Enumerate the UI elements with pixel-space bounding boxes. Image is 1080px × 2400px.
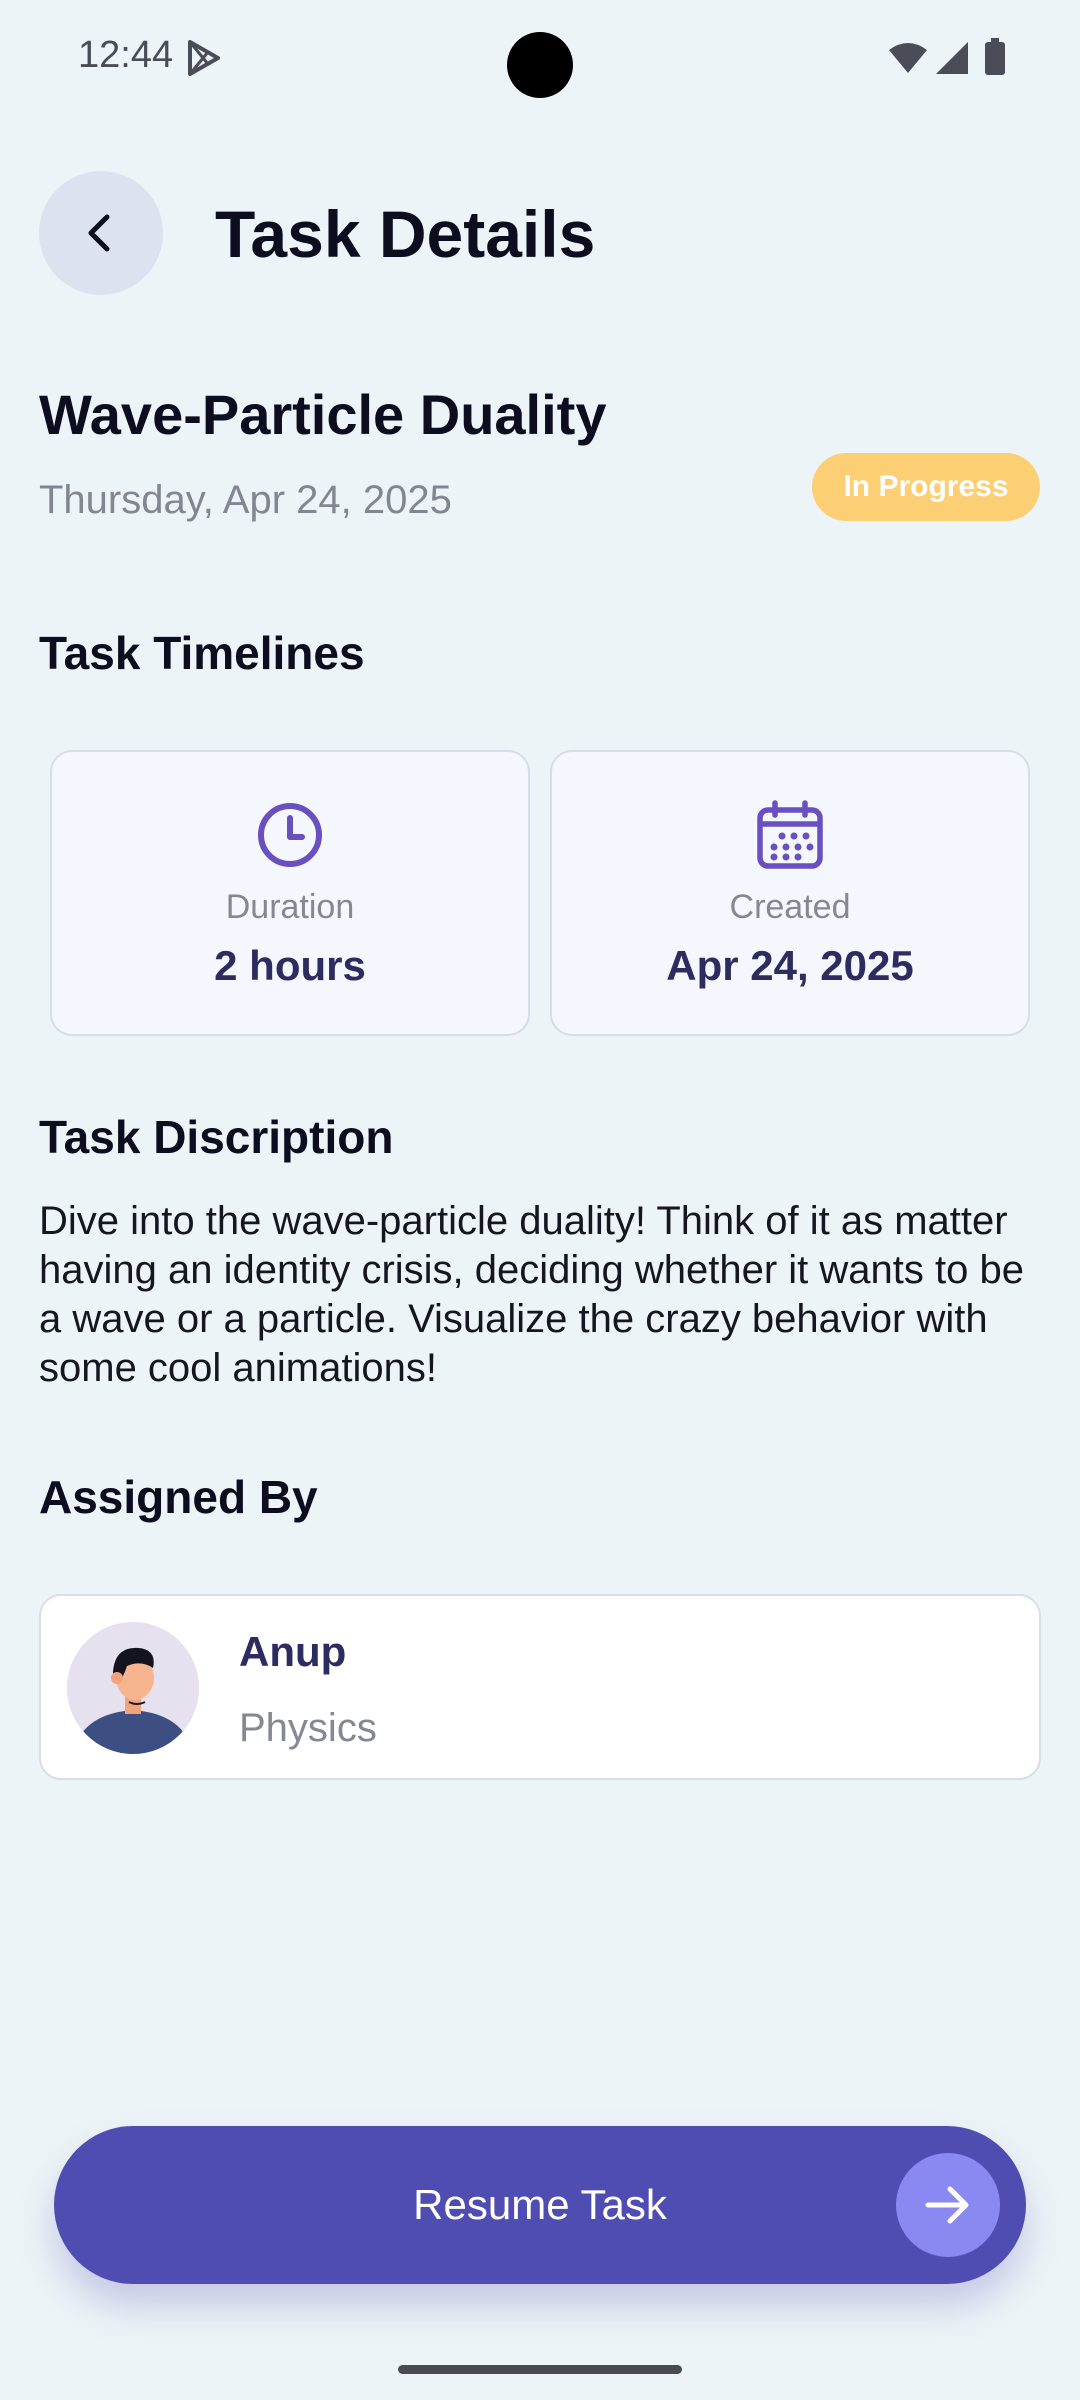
- camera-cutout: [507, 32, 573, 98]
- chevron-left-icon: [88, 214, 110, 252]
- resume-arrow-button[interactable]: [896, 2153, 1000, 2257]
- task-title: Wave-Particle Duality: [39, 383, 607, 446]
- created-label: Created: [729, 888, 851, 926]
- status-time: 12:44: [78, 34, 174, 76]
- page-title: Task Details: [215, 197, 596, 271]
- home-indicator[interactable]: [398, 2365, 682, 2374]
- battery-icon: [985, 38, 1005, 75]
- task-details-screen: 12:44 Task Details Wave-Particle Duality…: [0, 0, 1080, 2400]
- signal-icon: [936, 42, 968, 74]
- resume-task-button[interactable]: Resume Task: [54, 2126, 1026, 2284]
- assigned-heading: Assigned By: [39, 1471, 318, 1523]
- assigner-card[interactable]: Anup Physics: [39, 1594, 1041, 1780]
- status-badge: In Progress: [812, 453, 1040, 521]
- task-description: Dive into the wave-particle duality! Thi…: [39, 1199, 1024, 1390]
- duration-card: Duration 2 hours: [50, 750, 530, 1036]
- timelines-heading: Task Timelines: [39, 627, 365, 679]
- resume-task-label: Resume Task: [413, 2181, 667, 2228]
- task-date: Thursday, Apr 24, 2025: [39, 478, 452, 522]
- duration-label: Duration: [225, 888, 355, 926]
- assigner-name: Anup: [239, 1628, 347, 1675]
- clock-icon: [258, 803, 322, 867]
- play-store-icon: [188, 40, 220, 76]
- description-heading: Task Discription: [39, 1111, 394, 1163]
- created-card: Created Apr 24, 2025: [550, 750, 1030, 1036]
- created-value: Apr 24, 2025: [666, 942, 914, 989]
- duration-value: 2 hours: [214, 942, 366, 989]
- assigner-subject: Physics: [239, 1706, 377, 1750]
- back-button[interactable]: [39, 171, 163, 295]
- wifi-icon: [889, 43, 927, 73]
- avatar: [67, 1622, 199, 1754]
- calendar-icon: [757, 800, 823, 869]
- status-bar: 12:44: [0, 0, 1080, 120]
- avatar-illustration: [67, 1622, 199, 1754]
- arrow-right-icon: [925, 2186, 969, 2224]
